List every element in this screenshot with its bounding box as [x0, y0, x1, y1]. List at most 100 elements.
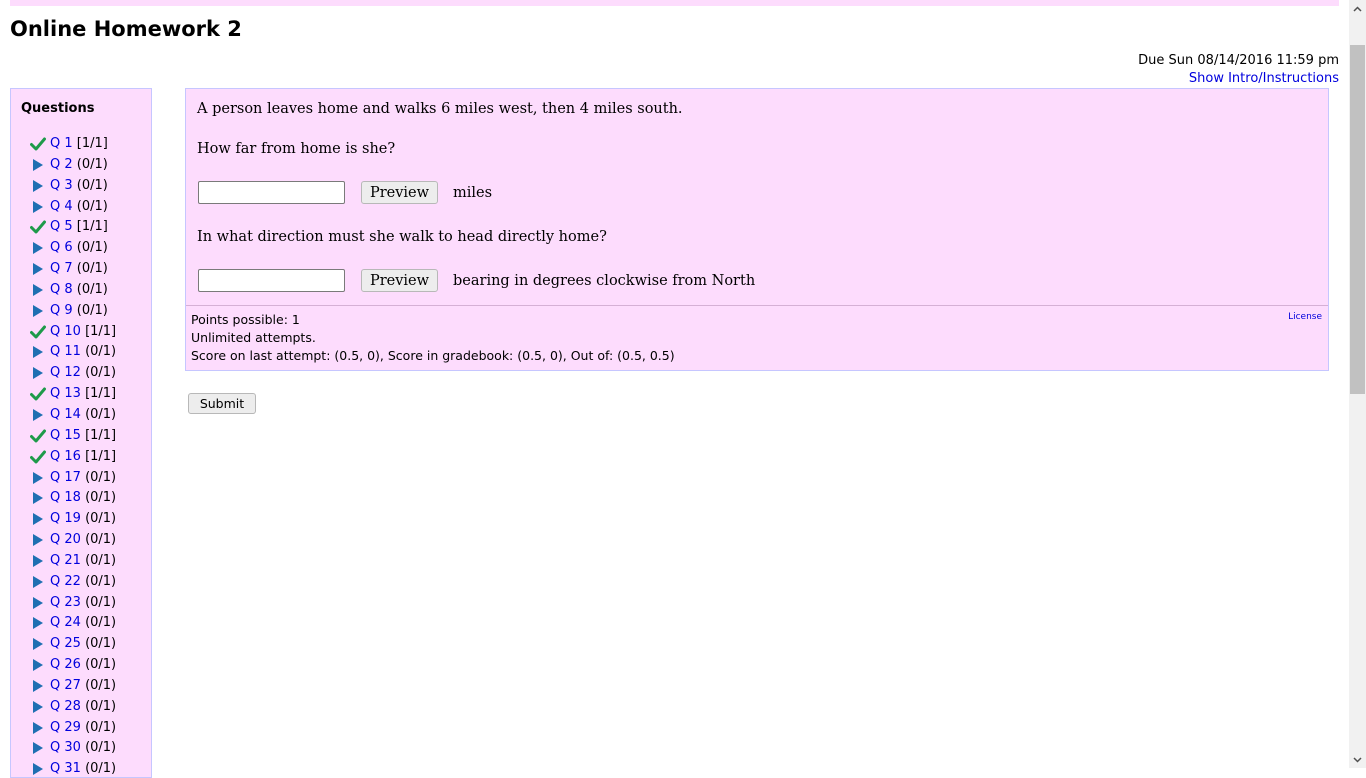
- question-link[interactable]: Q 17: [50, 470, 81, 485]
- play-arrow-icon: [30, 199, 46, 215]
- question-link[interactable]: Q 11: [50, 344, 81, 359]
- score-info: Score on last attempt: (0.5, 0), Score i…: [191, 348, 675, 363]
- question-link[interactable]: Q 19: [50, 511, 81, 526]
- question-link[interactable]: Q 13: [50, 386, 81, 401]
- checkmark-icon: [30, 136, 46, 152]
- question-link[interactable]: Q 28: [50, 699, 81, 714]
- checkmark-icon: [30, 428, 46, 444]
- question-list: Q 1 [1/1] Q 2 (0/1) Q 3 (0/1) Q 4 (0/1) Q 5 …: [11, 135, 151, 777]
- sidebar-question-item: Q 13 [1/1]: [11, 385, 151, 406]
- question-score: (0/1): [85, 761, 117, 777]
- sidebar-question-item: Q 15 [1/1]: [11, 427, 151, 448]
- sidebar-question-item: Q 28 (0/1): [11, 698, 151, 719]
- sidebar-question-item: Q 6 (0/1): [11, 239, 151, 260]
- sidebar-question-item: Q 12 (0/1): [11, 364, 151, 385]
- question-score: [1/1]: [85, 427, 117, 443]
- preview-button-1[interactable]: Preview: [361, 181, 438, 204]
- question-link[interactable]: Q 9: [50, 303, 73, 318]
- question-link[interactable]: Q 29: [50, 720, 81, 735]
- question-score: (0/1): [76, 261, 108, 277]
- question-link[interactable]: Q 27: [50, 678, 81, 693]
- play-arrow-icon: [30, 657, 46, 673]
- question-link[interactable]: Q 25: [50, 636, 81, 651]
- question-link[interactable]: Q 8: [50, 282, 73, 297]
- question-link[interactable]: Q 21: [50, 553, 81, 568]
- checkmark-icon: [30, 219, 46, 235]
- scrollbar-thumb[interactable]: [1350, 45, 1365, 394]
- question-link[interactable]: Q 2: [50, 157, 73, 172]
- question-score: (0/1): [76, 281, 108, 297]
- question-link[interactable]: Q 10: [50, 324, 81, 339]
- part1-question: How far from home is she?: [197, 141, 396, 157]
- page-scrollbar[interactable]: [1349, 0, 1366, 768]
- question-score: [1/1]: [85, 386, 117, 402]
- play-arrow-icon: [30, 615, 46, 631]
- sidebar-question-item: Q 18 (0/1): [11, 489, 151, 510]
- question-link[interactable]: Q 5: [50, 219, 73, 234]
- question-link[interactable]: Q 26: [50, 657, 81, 672]
- question-prompt: A person leaves home and walks 6 miles w…: [197, 101, 683, 117]
- question-footer: Points possible: 1 Unlimited attempts. S…: [186, 305, 1328, 370]
- question-score: (0/1): [85, 677, 117, 693]
- part2-question: In what direction must she walk to head …: [197, 229, 607, 245]
- question-link[interactable]: Q 14: [50, 407, 81, 422]
- question-score: (0/1): [85, 573, 117, 589]
- play-arrow-icon: [30, 532, 46, 548]
- question-score: [1/1]: [85, 323, 117, 339]
- checkmark-icon: [30, 386, 46, 402]
- question-link[interactable]: Q 15: [50, 428, 81, 443]
- sidebar-question-item: Q 14 (0/1): [11, 406, 151, 427]
- question-link[interactable]: Q 18: [50, 490, 81, 505]
- checkmark-icon: [30, 449, 46, 465]
- question-link[interactable]: Q 4: [50, 199, 73, 214]
- question-link[interactable]: Q 3: [50, 178, 73, 193]
- license-link[interactable]: License: [1288, 312, 1322, 322]
- sidebar-question-item: Q 16 [1/1]: [11, 448, 151, 469]
- page-title: Online Homework 2: [10, 17, 242, 41]
- points-possible: Points possible: 1: [191, 312, 300, 327]
- submit-button[interactable]: Submit: [188, 393, 256, 414]
- play-arrow-icon: [30, 490, 46, 506]
- play-arrow-icon: [30, 365, 46, 381]
- question-link[interactable]: Q 22: [50, 574, 81, 589]
- question-score: (0/1): [85, 636, 117, 652]
- question-score: (0/1): [85, 532, 117, 548]
- scroll-down-arrow-icon[interactable]: [1349, 751, 1366, 768]
- sidebar-question-item: Q 31 (0/1): [11, 760, 151, 777]
- scroll-up-arrow-icon[interactable]: [1349, 0, 1366, 17]
- question-link[interactable]: Q 20: [50, 532, 81, 547]
- question-score: (0/1): [76, 240, 108, 256]
- question-link[interactable]: Q 23: [50, 595, 81, 610]
- question-link[interactable]: Q 30: [50, 740, 81, 755]
- part2-unit: bearing in degrees clockwise from North: [453, 273, 756, 289]
- sidebar-question-item: Q 19 (0/1): [11, 510, 151, 531]
- bearing-answer-input[interactable]: [198, 269, 345, 292]
- question-link[interactable]: Q 31: [50, 761, 81, 776]
- question-score: (0/1): [85, 365, 117, 381]
- question-link[interactable]: Q 1: [50, 136, 73, 151]
- show-intro-link[interactable]: Show Intro/Instructions: [1189, 71, 1339, 87]
- question-score: (0/1): [85, 657, 117, 673]
- play-arrow-icon: [30, 636, 46, 652]
- question-link[interactable]: Q 16: [50, 449, 81, 464]
- sidebar-question-item: Q 3 (0/1): [11, 177, 151, 198]
- question-link[interactable]: Q 12: [50, 365, 81, 380]
- play-arrow-icon: [30, 553, 46, 569]
- question-link[interactable]: Q 6: [50, 240, 73, 255]
- due-date: Due Sun 08/14/2016 11:59 pm: [1138, 53, 1339, 68]
- question-link[interactable]: Q 7: [50, 261, 73, 276]
- question-score: (0/1): [76, 302, 108, 318]
- sidebar-question-item: Q 25 (0/1): [11, 635, 151, 656]
- play-arrow-icon: [30, 595, 46, 611]
- checkmark-icon: [30, 324, 46, 340]
- preview-button-2[interactable]: Preview: [361, 269, 438, 292]
- sidebar-question-item: Q 23 (0/1): [11, 594, 151, 615]
- question-link[interactable]: Q 24: [50, 615, 81, 630]
- sidebar-question-item: Q 4 (0/1): [11, 198, 151, 219]
- sidebar-question-item: Q 17 (0/1): [11, 469, 151, 490]
- distance-answer-input[interactable]: [198, 181, 345, 204]
- question-score: [1/1]: [76, 219, 108, 235]
- play-arrow-icon: [30, 678, 46, 694]
- question-score: (0/1): [85, 469, 117, 485]
- play-arrow-icon: [30, 157, 46, 173]
